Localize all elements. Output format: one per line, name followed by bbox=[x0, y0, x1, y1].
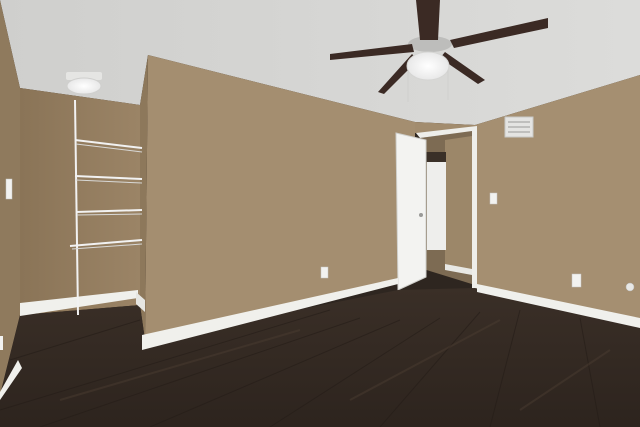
cable-outlet bbox=[625, 282, 635, 292]
room-photo bbox=[0, 0, 640, 427]
hallway-door bbox=[427, 162, 446, 250]
floor bbox=[0, 288, 640, 427]
closet-wall bbox=[20, 88, 140, 315]
air-vent-icon bbox=[504, 116, 534, 138]
light-switch-left[interactable] bbox=[5, 178, 13, 200]
light-switch-right[interactable] bbox=[489, 192, 498, 205]
door-knob[interactable] bbox=[419, 213, 423, 217]
open-door[interactable] bbox=[395, 132, 427, 291]
room-illustration bbox=[0, 0, 640, 427]
closet-light-icon bbox=[66, 72, 102, 95]
wall-outlet-right bbox=[571, 273, 582, 288]
wall-outlet-left bbox=[0, 336, 3, 350]
hallway-ceiling-strip bbox=[426, 152, 446, 162]
hallway-back-wall bbox=[445, 136, 472, 272]
wall-outlet-center bbox=[320, 266, 329, 279]
